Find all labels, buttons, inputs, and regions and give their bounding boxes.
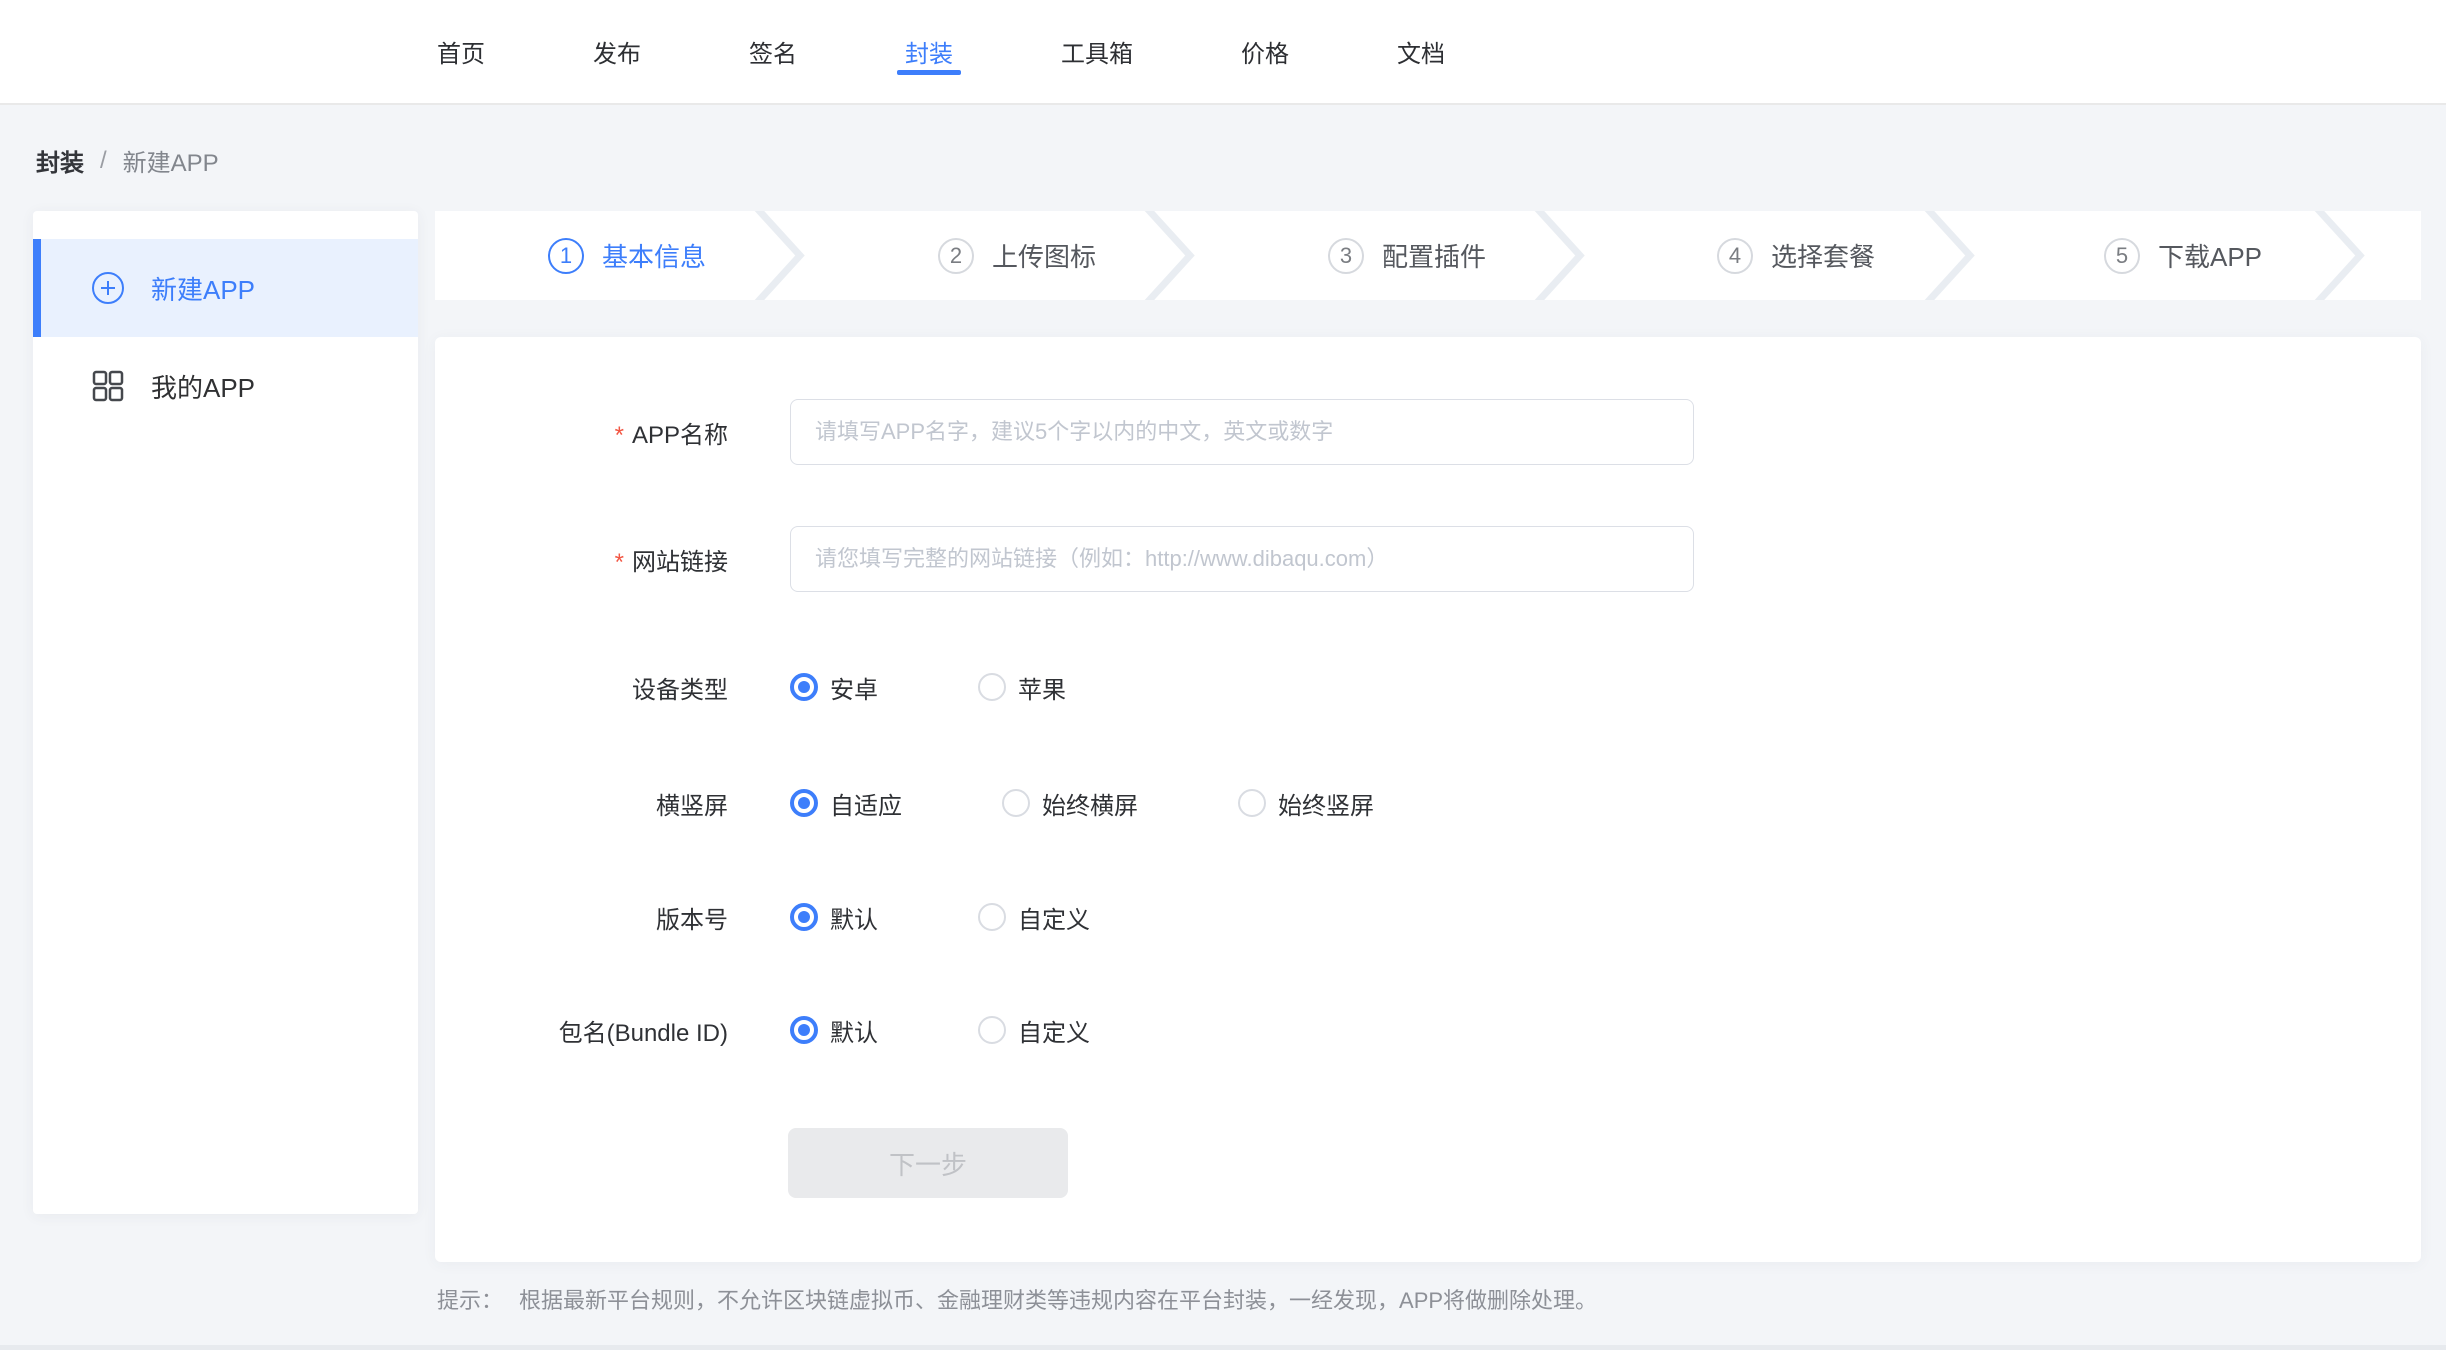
radio-icon	[1002, 789, 1030, 817]
nav-item-home[interactable]: 首页	[437, 0, 485, 103]
field-label: 包名(Bundle ID)	[435, 1013, 728, 1048]
step-configure-plugins[interactable]: 3 配置插件	[1328, 211, 1486, 300]
bottom-edge-strip	[0, 1345, 2446, 1350]
form-row-site-url: *网站链接	[435, 526, 2421, 592]
site-url-input[interactable]	[790, 526, 1694, 592]
field-label: 版本号	[435, 900, 728, 935]
sidebar: 新建APP 我的APP	[33, 211, 418, 1214]
version-radio-group: 默认 自定义	[790, 900, 1090, 935]
field-label: 设备类型	[435, 670, 728, 705]
step-download-app[interactable]: 5 下载APP	[2104, 211, 2262, 300]
chevron-separator-icon	[748, 211, 808, 300]
step-label: 选择套餐	[1771, 237, 1875, 274]
nav-item-toolbox[interactable]: 工具箱	[1061, 0, 1133, 103]
sidebar-item-label: 新建APP	[151, 270, 255, 307]
form-row-orientation: 横竖屏 自适应 始终横屏 始终竖屏	[435, 788, 2421, 818]
top-header: 首页 发布 签名 封装 工具箱 价格 文档	[0, 0, 2446, 105]
sidebar-item-new-app[interactable]: 新建APP	[33, 239, 418, 337]
step-number: 2	[938, 238, 974, 274]
nav-item-docs[interactable]: 文档	[1397, 0, 1445, 103]
breadcrumb-current: 新建APP	[123, 143, 219, 178]
step-number: 3	[1328, 238, 1364, 274]
form-row-app-name: *APP名称	[435, 399, 2421, 465]
plus-circle-icon	[91, 271, 125, 305]
main-nav: 首页 发布 签名 封装 工具箱 价格 文档	[0, 0, 2446, 103]
radio-icon	[790, 903, 818, 931]
step-wizard: 1 基本信息 2 上传图标 3 配置插件 4 选择套餐 5 下载APP	[435, 211, 2421, 300]
nav-item-package[interactable]: 封装	[905, 0, 953, 103]
sidebar-item-label: 我的APP	[151, 368, 255, 405]
orientation-radio-group: 自适应 始终横屏 始终竖屏	[790, 786, 1374, 821]
required-mark: *	[615, 549, 624, 576]
radio-icon	[978, 903, 1006, 931]
tip-text: 根据最新平台规则，不允许区块链虚拟币、金融理财类等违规内容在平台封装，一经发现，…	[519, 1283, 1597, 1315]
step-upload-icon[interactable]: 2 上传图标	[938, 211, 1096, 300]
radio-icon	[790, 1016, 818, 1044]
sidebar-item-my-app[interactable]: 我的APP	[33, 337, 418, 435]
step-number: 4	[1717, 238, 1753, 274]
step-basic-info[interactable]: 1 基本信息	[548, 211, 706, 300]
radio-icon	[790, 789, 818, 817]
radio-icon	[1238, 789, 1266, 817]
radio-auto[interactable]: 自适应	[790, 786, 902, 821]
new-app-form: *APP名称 *网站链接 设备类型 安卓 苹果 横竖屏 自适应 始终横屏 始终竖…	[435, 337, 2421, 1262]
grid-icon	[91, 369, 125, 403]
tip-label: 提示：	[437, 1283, 503, 1315]
field-label: 横竖屏	[435, 786, 728, 821]
chevron-separator-icon	[2308, 211, 2368, 300]
chevron-separator-icon	[1918, 211, 1978, 300]
chevron-separator-icon	[1528, 211, 1588, 300]
form-row-version: 版本号 默认 自定义	[435, 902, 2421, 932]
nav-item-sign[interactable]: 签名	[749, 0, 797, 103]
step-number: 5	[2104, 238, 2140, 274]
chevron-separator-icon	[1138, 211, 1198, 300]
radio-version-default[interactable]: 默认	[790, 900, 878, 935]
step-label: 上传图标	[992, 237, 1096, 274]
radio-bundle-custom[interactable]: 自定义	[978, 1013, 1090, 1048]
radio-icon	[790, 673, 818, 701]
form-row-device-type: 设备类型 安卓 苹果	[435, 672, 2421, 702]
step-number: 1	[548, 238, 584, 274]
radio-android[interactable]: 安卓	[790, 670, 878, 705]
field-label: *APP名称	[435, 415, 728, 450]
step-label: 下载APP	[2158, 237, 2262, 274]
radio-icon	[978, 673, 1006, 701]
step-label: 配置插件	[1382, 237, 1486, 274]
next-step-button[interactable]: 下一步	[788, 1128, 1068, 1198]
device-type-radio-group: 安卓 苹果	[790, 670, 1066, 705]
step-select-plan[interactable]: 4 选择套餐	[1717, 211, 1875, 300]
breadcrumb: 封装 / 新建APP	[36, 143, 219, 178]
required-mark: *	[615, 422, 624, 449]
app-name-input[interactable]	[790, 399, 1694, 465]
breadcrumb-section[interactable]: 封装	[36, 143, 84, 178]
radio-ios[interactable]: 苹果	[978, 670, 1066, 705]
nav-item-publish[interactable]: 发布	[593, 0, 641, 103]
bundle-id-radio-group: 默认 自定义	[790, 1013, 1090, 1048]
platform-rules-tip: 提示： 根据最新平台规则，不允许区块链虚拟币、金融理财类等违规内容在平台封装，一…	[437, 1283, 1597, 1315]
radio-landscape[interactable]: 始终横屏	[1002, 786, 1138, 821]
nav-item-price[interactable]: 价格	[1241, 0, 1289, 103]
radio-bundle-default[interactable]: 默认	[790, 1013, 878, 1048]
radio-portrait[interactable]: 始终竖屏	[1238, 786, 1374, 821]
field-label: *网站链接	[435, 542, 728, 577]
breadcrumb-separator: /	[100, 147, 107, 175]
step-label: 基本信息	[602, 237, 706, 274]
radio-icon	[978, 1016, 1006, 1044]
form-row-bundle-id: 包名(Bundle ID) 默认 自定义	[435, 1015, 2421, 1045]
radio-version-custom[interactable]: 自定义	[978, 900, 1090, 935]
